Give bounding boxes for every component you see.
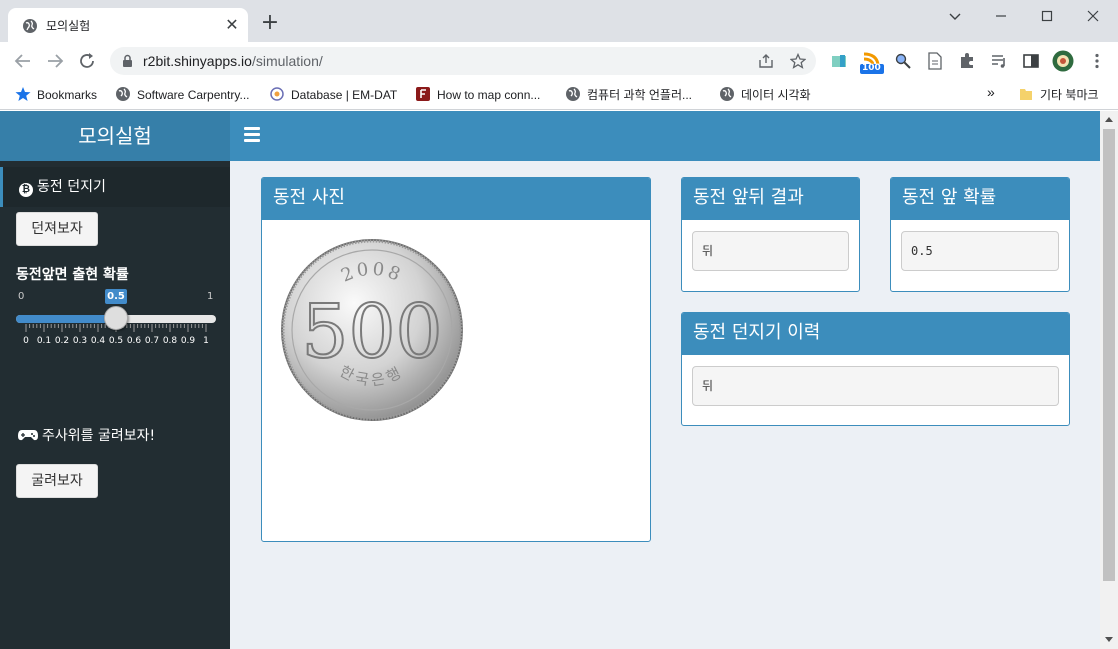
box-title: 동전 앞 확률 [891,178,1069,220]
tab-title: 모의실험 [46,19,91,33]
slider-tick-label: 0.3 [72,336,88,346]
coin-value: 500 [301,289,442,375]
extension-green-icon[interactable] [830,52,848,70]
feature-f-icon [416,87,430,101]
new-tab-button[interactable]: + [258,12,282,36]
browser-tab[interactable]: 모의실험 ✕ [8,8,248,42]
bookmark-item[interactable]: Database | EM-DAT [269,86,397,104]
result-box: 동전 앞뒤 결과 뒤 [681,177,860,292]
sidebar-item-dice[interactable]: 주사위를 굴려보자! [18,425,155,445]
bookmark-item[interactable]: Software Carpentry... [115,86,250,104]
coin-image: 2008 500 한국은행 [281,239,463,421]
scroll-thumb[interactable] [1103,129,1115,581]
slider-tick-label: 0.4 [90,336,106,346]
reading-list-icon[interactable] [990,52,1008,70]
lock-icon [123,54,132,67]
slider-tick-label: 0 [23,336,29,346]
back-arrow-icon[interactable] [12,50,34,72]
app-container: 모의실험 ₿ 동전 던지기 던져보자 동전앞면 출현 확률 0 1 0.5 0 0.… [0,111,1100,649]
profile-avatar[interactable] [1052,50,1074,72]
bookmarks-bar: Bookmarks Software Carpentry... Database… [0,80,1118,110]
slider-tick-label: 0.6 [126,336,142,346]
gamepad-icon [18,430,38,441]
search-tool-icon[interactable] [894,52,912,70]
slider-tick-labels: 0 0.1 0.2 0.3 0.4 0.5 0.6 0.7 0.8 0.9 1 [16,336,216,348]
slider-label: 동전앞면 출현 확률 [16,267,129,283]
rss-badge-icon[interactable]: 100 [860,50,884,74]
folder-icon [1020,89,1032,100]
bookmark-item[interactable]: 컴퓨터 과학 언플러... [565,86,692,104]
minimize-button[interactable] [978,4,1024,28]
url-text: r2bit.shinyapps.io/simulation/ [143,53,323,69]
slider-tick-label: 0.5 [108,336,124,346]
slider-tick-label: 0.2 [54,336,70,346]
more-menu-icon[interactable] [1088,52,1106,70]
reload-icon[interactable] [76,50,98,72]
extension-badge: 100 [862,63,881,73]
history-output: 뒤 [692,366,1059,406]
slider-max: 1 [207,291,214,302]
box-title: 동전 사진 [262,178,650,220]
toss-button[interactable]: 던져보자 [16,212,98,246]
bookmark-item[interactable]: How to map conn... [415,86,540,104]
browser-toolbar: r2bit.shinyapps.io/simulation/ 100 [0,42,1118,80]
slider-tick-label: 0.1 [36,336,52,346]
globe-icon [720,87,734,101]
forward-arrow-icon[interactable] [44,50,66,72]
emdat-icon [270,87,284,101]
bookmark-item[interactable]: 데이터 시각화 [719,86,811,104]
address-bar[interactable]: r2bit.shinyapps.io/simulation/ [110,47,816,75]
close-icon[interactable]: ✕ [222,15,242,35]
slider-min: 0 [18,291,25,302]
extensions-puzzle-icon[interactable] [958,52,976,70]
top-navbar [230,111,1100,161]
app-title: 모의실험 [0,111,230,161]
probability-box: 동전 앞 확률 0.5 [890,177,1070,292]
browser-tabstrip: 모의실험 ✕ + [0,0,1118,42]
bookmarks-overflow[interactable]: » [987,84,995,102]
globe-icon [566,87,580,101]
maximize-button[interactable] [1024,4,1070,28]
history-box: 동전 던지기 이력 뒤 [681,312,1070,426]
globe-icon [116,87,130,101]
result-output: 뒤 [692,231,849,271]
document-icon[interactable] [926,52,944,70]
chevron-down-icon[interactable] [932,4,978,28]
globe-icon [23,19,37,33]
slider-tick-label: 1 [203,336,209,346]
bookmark-item[interactable]: Bookmarks [15,86,97,104]
other-bookmarks[interactable]: 기타 북마크 [1018,86,1099,104]
coin-photo-box: 동전 사진 2008 500 한국은행 [261,177,651,542]
slider-tick-label: 0.8 [162,336,178,346]
side-panel-icon[interactable] [1022,52,1040,70]
share-icon[interactable] [758,53,774,69]
page-scrollbar[interactable] [1100,111,1118,649]
scroll-down-icon[interactable] [1105,637,1113,643]
sidebar: ₿ 동전 던지기 던져보자 동전앞면 출현 확률 0 1 0.5 0 0.1 0.2 0… [0,161,230,649]
window-close-button[interactable] [1070,4,1116,28]
star-icon[interactable] [790,53,806,69]
sidebar-item-coin-toss[interactable]: ₿ 동전 던지기 [0,167,230,207]
star-icon [15,87,31,101]
probability-output: 0.5 [901,231,1059,271]
slider-fill [16,315,116,323]
bitcoin-icon: ₿ [19,183,33,197]
slider-tick-label: 0.9 [180,336,196,346]
slider-value: 0.5 [105,289,127,304]
scroll-up-icon[interactable] [1105,116,1113,122]
box-title: 동전 던지기 이력 [682,313,1069,355]
sidebar-toggle-icon[interactable] [244,127,260,145]
slider-tick-label: 0.7 [144,336,160,346]
slider-handle[interactable] [104,306,128,330]
box-title: 동전 앞뒤 결과 [682,178,859,220]
roll-button[interactable]: 굴려보자 [16,464,98,498]
